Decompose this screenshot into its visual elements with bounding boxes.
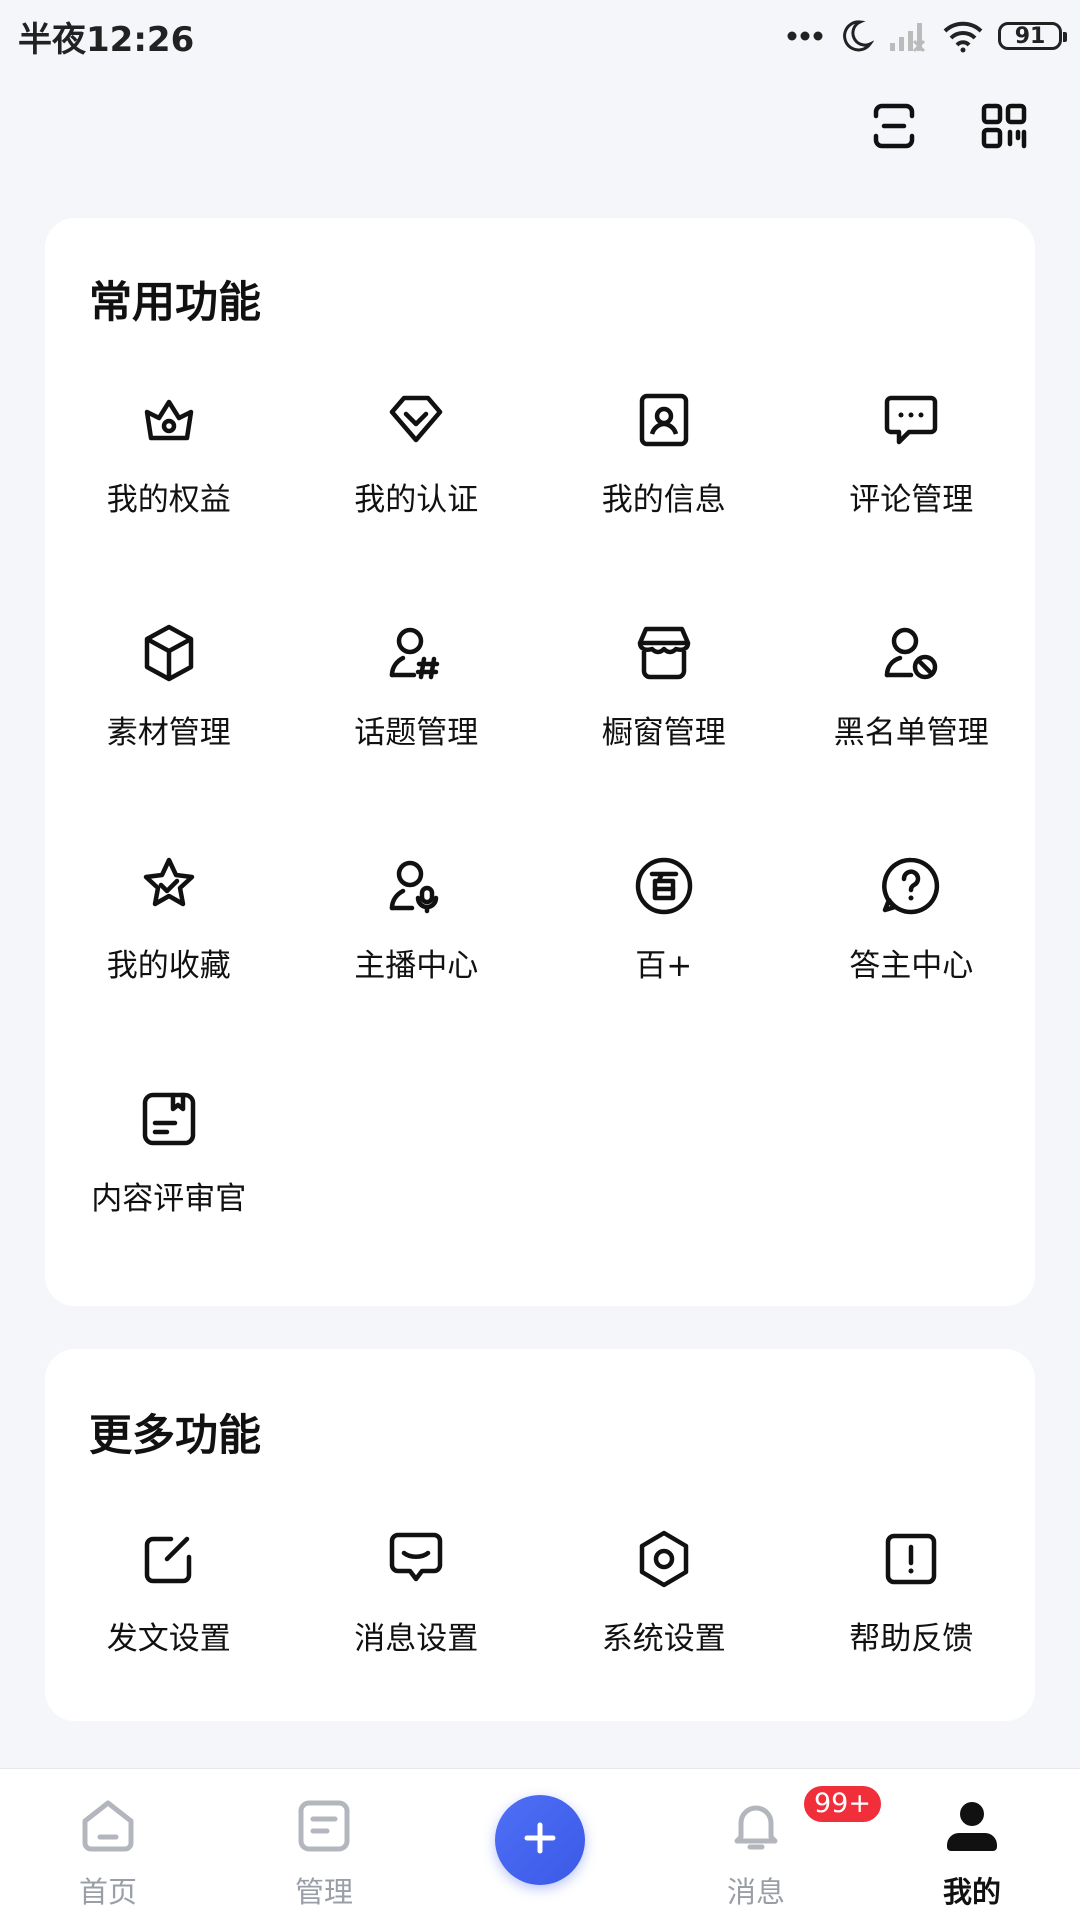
cube-icon — [137, 621, 201, 685]
alert-square-icon — [879, 1527, 943, 1591]
nav-message[interactable]: 99+ 消息 — [686, 1783, 884, 1911]
common-functions-card: 常用功能 我的权益 我的认证 我的信息 评论管理 素材管理 话题管理 橱窗管理 … — [45, 218, 1035, 1306]
bai-plus-item[interactable]: 百+ — [540, 854, 788, 1087]
user-icon — [943, 1797, 1001, 1859]
material-management-item[interactable]: 素材管理 — [45, 621, 293, 854]
streamer-center-item[interactable]: 主播中心 — [293, 854, 541, 1087]
blacklist-management-item[interactable]: 黑名单管理 — [788, 621, 1036, 854]
comment-icon — [879, 388, 943, 452]
my-benefits-item[interactable]: 我的权益 — [45, 388, 293, 621]
wifi-icon — [942, 19, 984, 53]
status-icons: 91 — [786, 18, 1067, 54]
my-favorites-item[interactable]: 我的收藏 — [45, 854, 293, 1087]
post-settings-item[interactable]: 发文设置 — [45, 1527, 293, 1697]
my-verification-item[interactable]: 我的认证 — [293, 388, 541, 621]
status-bar: 半夜12:26 91 — [0, 0, 1080, 72]
message-badge: 99+ — [801, 1783, 884, 1825]
common-functions-grid: 我的权益 我的认证 我的信息 评论管理 素材管理 话题管理 橱窗管理 黑名单管理… — [45, 388, 1035, 1320]
profile-card-icon — [632, 388, 696, 452]
more-dots-icon — [786, 29, 824, 43]
battery-indicator: 91 — [998, 22, 1067, 50]
common-functions-title: 常用功能 — [89, 278, 261, 328]
topic-management-item[interactable]: 话题管理 — [293, 621, 541, 854]
publish-button[interactable] — [495, 1795, 585, 1885]
edit-square-icon — [137, 1527, 201, 1591]
more-functions-card: 更多功能 发文设置 消息设置 系统设置 帮助反馈 — [45, 1349, 1035, 1721]
scan-icon[interactable] — [868, 100, 920, 152]
crown-icon — [137, 388, 201, 452]
system-settings-item[interactable]: 系统设置 — [540, 1527, 788, 1697]
plus-icon — [522, 1820, 558, 1860]
qrcode-icon[interactable] — [978, 100, 1030, 152]
bai-circle-icon — [632, 854, 696, 918]
status-time: 半夜12:26 — [18, 19, 195, 60]
signal-icon — [888, 19, 928, 53]
question-circle-icon — [879, 854, 943, 918]
top-actions — [868, 100, 1030, 152]
user-block-icon — [879, 621, 943, 685]
bottom-nav: 首页 管理 99+ 消息 我的 — [0, 1768, 1080, 1920]
star-check-icon — [137, 854, 201, 918]
content-reviewer-item[interactable]: 内容评审官 — [45, 1087, 293, 1320]
nav-home[interactable]: 首页 — [38, 1797, 178, 1911]
bell-icon: 99+ — [727, 1783, 884, 1859]
comment-management-item[interactable]: 评论管理 — [788, 388, 1036, 621]
answerer-center-item[interactable]: 答主中心 — [788, 854, 1036, 1087]
manage-icon — [295, 1797, 353, 1859]
help-feedback-item[interactable]: 帮助反馈 — [788, 1527, 1036, 1697]
nav-me[interactable]: 我的 — [902, 1797, 1042, 1911]
moon-icon — [838, 18, 874, 54]
user-hash-icon — [384, 621, 448, 685]
showcase-management-item[interactable]: 橱窗管理 — [540, 621, 788, 854]
more-functions-grid: 发文设置 消息设置 系统设置 帮助反馈 — [45, 1527, 1035, 1697]
hexagon-settings-icon — [632, 1527, 696, 1591]
verify-badge-icon — [384, 388, 448, 452]
my-info-item[interactable]: 我的信息 — [540, 388, 788, 621]
more-functions-title: 更多功能 — [89, 1411, 261, 1461]
home-icon — [79, 1797, 137, 1859]
nav-manage[interactable]: 管理 — [254, 1797, 394, 1911]
message-icon — [384, 1527, 448, 1591]
message-settings-item[interactable]: 消息设置 — [293, 1527, 541, 1697]
review-doc-icon — [137, 1087, 201, 1151]
user-mic-icon — [384, 854, 448, 918]
storefront-icon — [632, 621, 696, 685]
